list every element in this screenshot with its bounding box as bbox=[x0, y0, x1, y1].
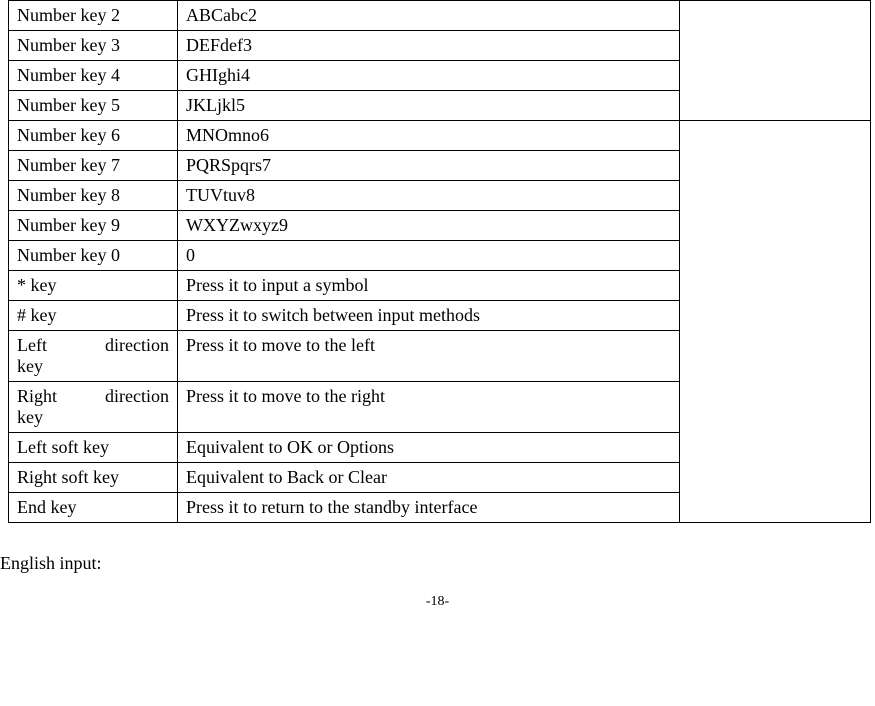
section-heading: English input: bbox=[0, 553, 875, 574]
value-cell: Press it to return to the standby interf… bbox=[178, 493, 680, 523]
key-cell: Left soft key bbox=[9, 433, 178, 463]
page-number: -18- bbox=[0, 594, 875, 610]
key-cell: Number key 0 bbox=[9, 241, 178, 271]
key-mapping-table: Number key 2 ABCabc2 Number key 3 DEFdef… bbox=[8, 0, 871, 523]
table-row: Number key 2 ABCabc2 bbox=[9, 1, 871, 31]
key-cell: Number key 4 bbox=[9, 61, 178, 91]
key-cell: Number key 2 bbox=[9, 1, 178, 31]
empty-cell bbox=[679, 121, 870, 523]
value-cell: TUVtuv8 bbox=[178, 181, 680, 211]
key-cell: End key bbox=[9, 493, 178, 523]
value-cell: GHIghi4 bbox=[178, 61, 680, 91]
value-cell: DEFdef3 bbox=[178, 31, 680, 61]
value-cell: MNOmno6 bbox=[178, 121, 680, 151]
value-cell: Press it to input a symbol bbox=[178, 271, 680, 301]
key-cell: Number key 5 bbox=[9, 91, 178, 121]
value-cell: Press it to switch between input methods bbox=[178, 301, 680, 331]
value-cell: 0 bbox=[178, 241, 680, 271]
value-cell: ABCabc2 bbox=[178, 1, 680, 31]
key-cell: Number key 6 bbox=[9, 121, 178, 151]
value-cell: Equivalent to OK or Options bbox=[178, 433, 680, 463]
key-cell: # key bbox=[9, 301, 178, 331]
table-row: Number key 6 MNOmno6 bbox=[9, 121, 871, 151]
key-cell: Number key 9 bbox=[9, 211, 178, 241]
key-cell: Right direction key bbox=[9, 382, 178, 433]
value-cell: JKLjkl5 bbox=[178, 91, 680, 121]
key-cell: Number key 7 bbox=[9, 151, 178, 181]
key-cell: Left direction key bbox=[9, 331, 178, 382]
value-cell: Equivalent to Back or Clear bbox=[178, 463, 680, 493]
key-cell: Number key 3 bbox=[9, 31, 178, 61]
key-cell: * key bbox=[9, 271, 178, 301]
value-cell: Press it to move to the left bbox=[178, 331, 680, 382]
key-cell: Number key 8 bbox=[9, 181, 178, 211]
value-cell: PQRSpqrs7 bbox=[178, 151, 680, 181]
value-cell: Press it to move to the right bbox=[178, 382, 680, 433]
value-cell: WXYZwxyz9 bbox=[178, 211, 680, 241]
empty-cell bbox=[679, 1, 870, 121]
key-cell: Right soft key bbox=[9, 463, 178, 493]
